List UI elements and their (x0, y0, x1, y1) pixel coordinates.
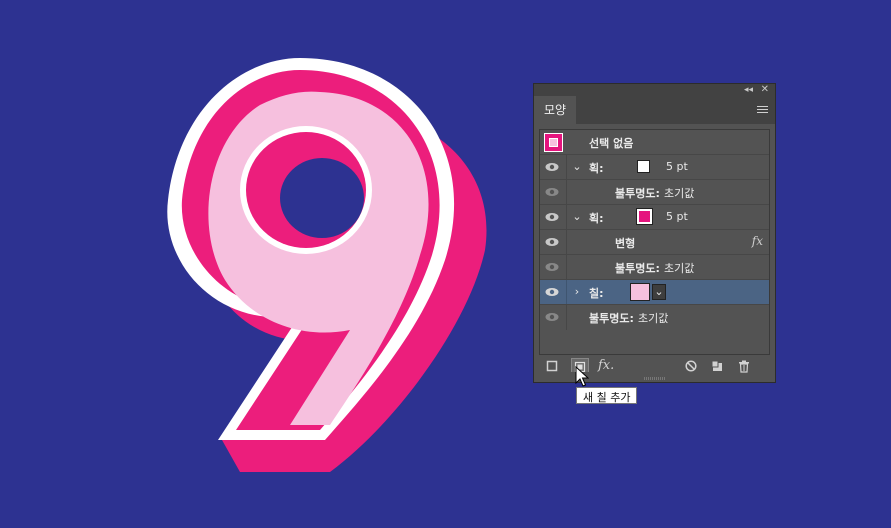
clear-appearance-icon[interactable] (685, 360, 697, 374)
fill-label: 칠: (589, 287, 604, 300)
chevron-right-icon[interactable]: › (571, 285, 583, 299)
panel-bottom-toolbar: fx. (539, 358, 770, 378)
opacity-label[interactable]: 불투명도: (615, 260, 660, 276)
opacity-label[interactable]: 불투명도: (615, 185, 660, 201)
chevron-down-icon[interactable]: ⌄ (571, 160, 583, 174)
fx-icon[interactable]: fx (752, 234, 763, 248)
trash-icon[interactable] (738, 360, 750, 374)
tooltip: 새 칠 추가 (576, 387, 638, 404)
effect-label[interactable]: 변형 (615, 235, 635, 251)
eye-icon[interactable] (545, 237, 559, 247)
eye-icon[interactable] (545, 262, 559, 272)
panel-menu-icon[interactable] (757, 106, 768, 114)
panel-topbar: ◂◂ ✕ (534, 84, 775, 96)
eye-icon[interactable] (545, 187, 559, 197)
row-fill[interactable]: › 칠: ⌄ (540, 280, 769, 305)
row-opacity[interactable]: 불투명도: 초기값 (540, 180, 769, 205)
row-stroke-pink[interactable]: ⌄ 획: 5 pt (540, 205, 769, 230)
row-stroke-white[interactable]: ⌄ 획: 5 pt (540, 155, 769, 180)
opacity-label[interactable]: 불투명도: (589, 310, 634, 326)
nine-hole (280, 158, 364, 238)
opacity-value: 초기값 (638, 312, 669, 325)
stroke-weight[interactable]: 5 pt (666, 160, 688, 173)
fill-swatch[interactable] (630, 283, 650, 301)
stroke-swatch-pink[interactable] (636, 208, 653, 225)
tab-appearance[interactable]: 모양 (534, 96, 576, 124)
selection-label: 선택 없음 (589, 137, 634, 150)
chevron-down-icon[interactable]: ⌄ (571, 210, 583, 224)
stroke-label: 획: (589, 212, 604, 225)
add-stroke-icon[interactable] (546, 360, 558, 374)
resize-grip[interactable] (644, 377, 666, 380)
selection-thumbnail (544, 133, 563, 152)
eye-icon[interactable] (545, 287, 559, 297)
appearance-panel: ◂◂ ✕ 모양 선택 없음 ⌄ 획: 5 pt 불투명도: 초기값 ⌄ 획: 5… (533, 83, 776, 383)
panel-tabbar: 모양 (534, 96, 775, 124)
eye-icon[interactable] (545, 162, 559, 172)
opacity-value: 초기값 (664, 262, 695, 275)
opacity-value: 초기값 (664, 187, 695, 200)
stroke-label: 획: (589, 162, 604, 175)
mouse-cursor-icon (575, 366, 589, 387)
close-icon[interactable]: ✕ (761, 84, 769, 96)
row-opacity-object[interactable]: 불투명도: 초기값 (540, 305, 769, 330)
eye-icon[interactable] (545, 312, 559, 322)
collapse-icon[interactable]: ◂◂ (744, 84, 753, 96)
fx-add-effect-icon[interactable]: fx. (598, 358, 614, 373)
duplicate-item-icon[interactable] (711, 360, 723, 374)
stroke-swatch-white[interactable] (637, 160, 650, 173)
appearance-list: 선택 없음 ⌄ 획: 5 pt 불투명도: 초기값 ⌄ 획: 5 pt 변형 f… (539, 129, 770, 355)
stroke-weight[interactable]: 5 pt (666, 210, 688, 223)
fill-dropdown-chevron-icon[interactable]: ⌄ (652, 284, 666, 300)
row-effect-transform[interactable]: 변형 fx (540, 230, 769, 255)
row-selection[interactable]: 선택 없음 (540, 130, 769, 155)
row-opacity[interactable]: 불투명도: 초기값 (540, 255, 769, 280)
eye-icon[interactable] (545, 212, 559, 222)
